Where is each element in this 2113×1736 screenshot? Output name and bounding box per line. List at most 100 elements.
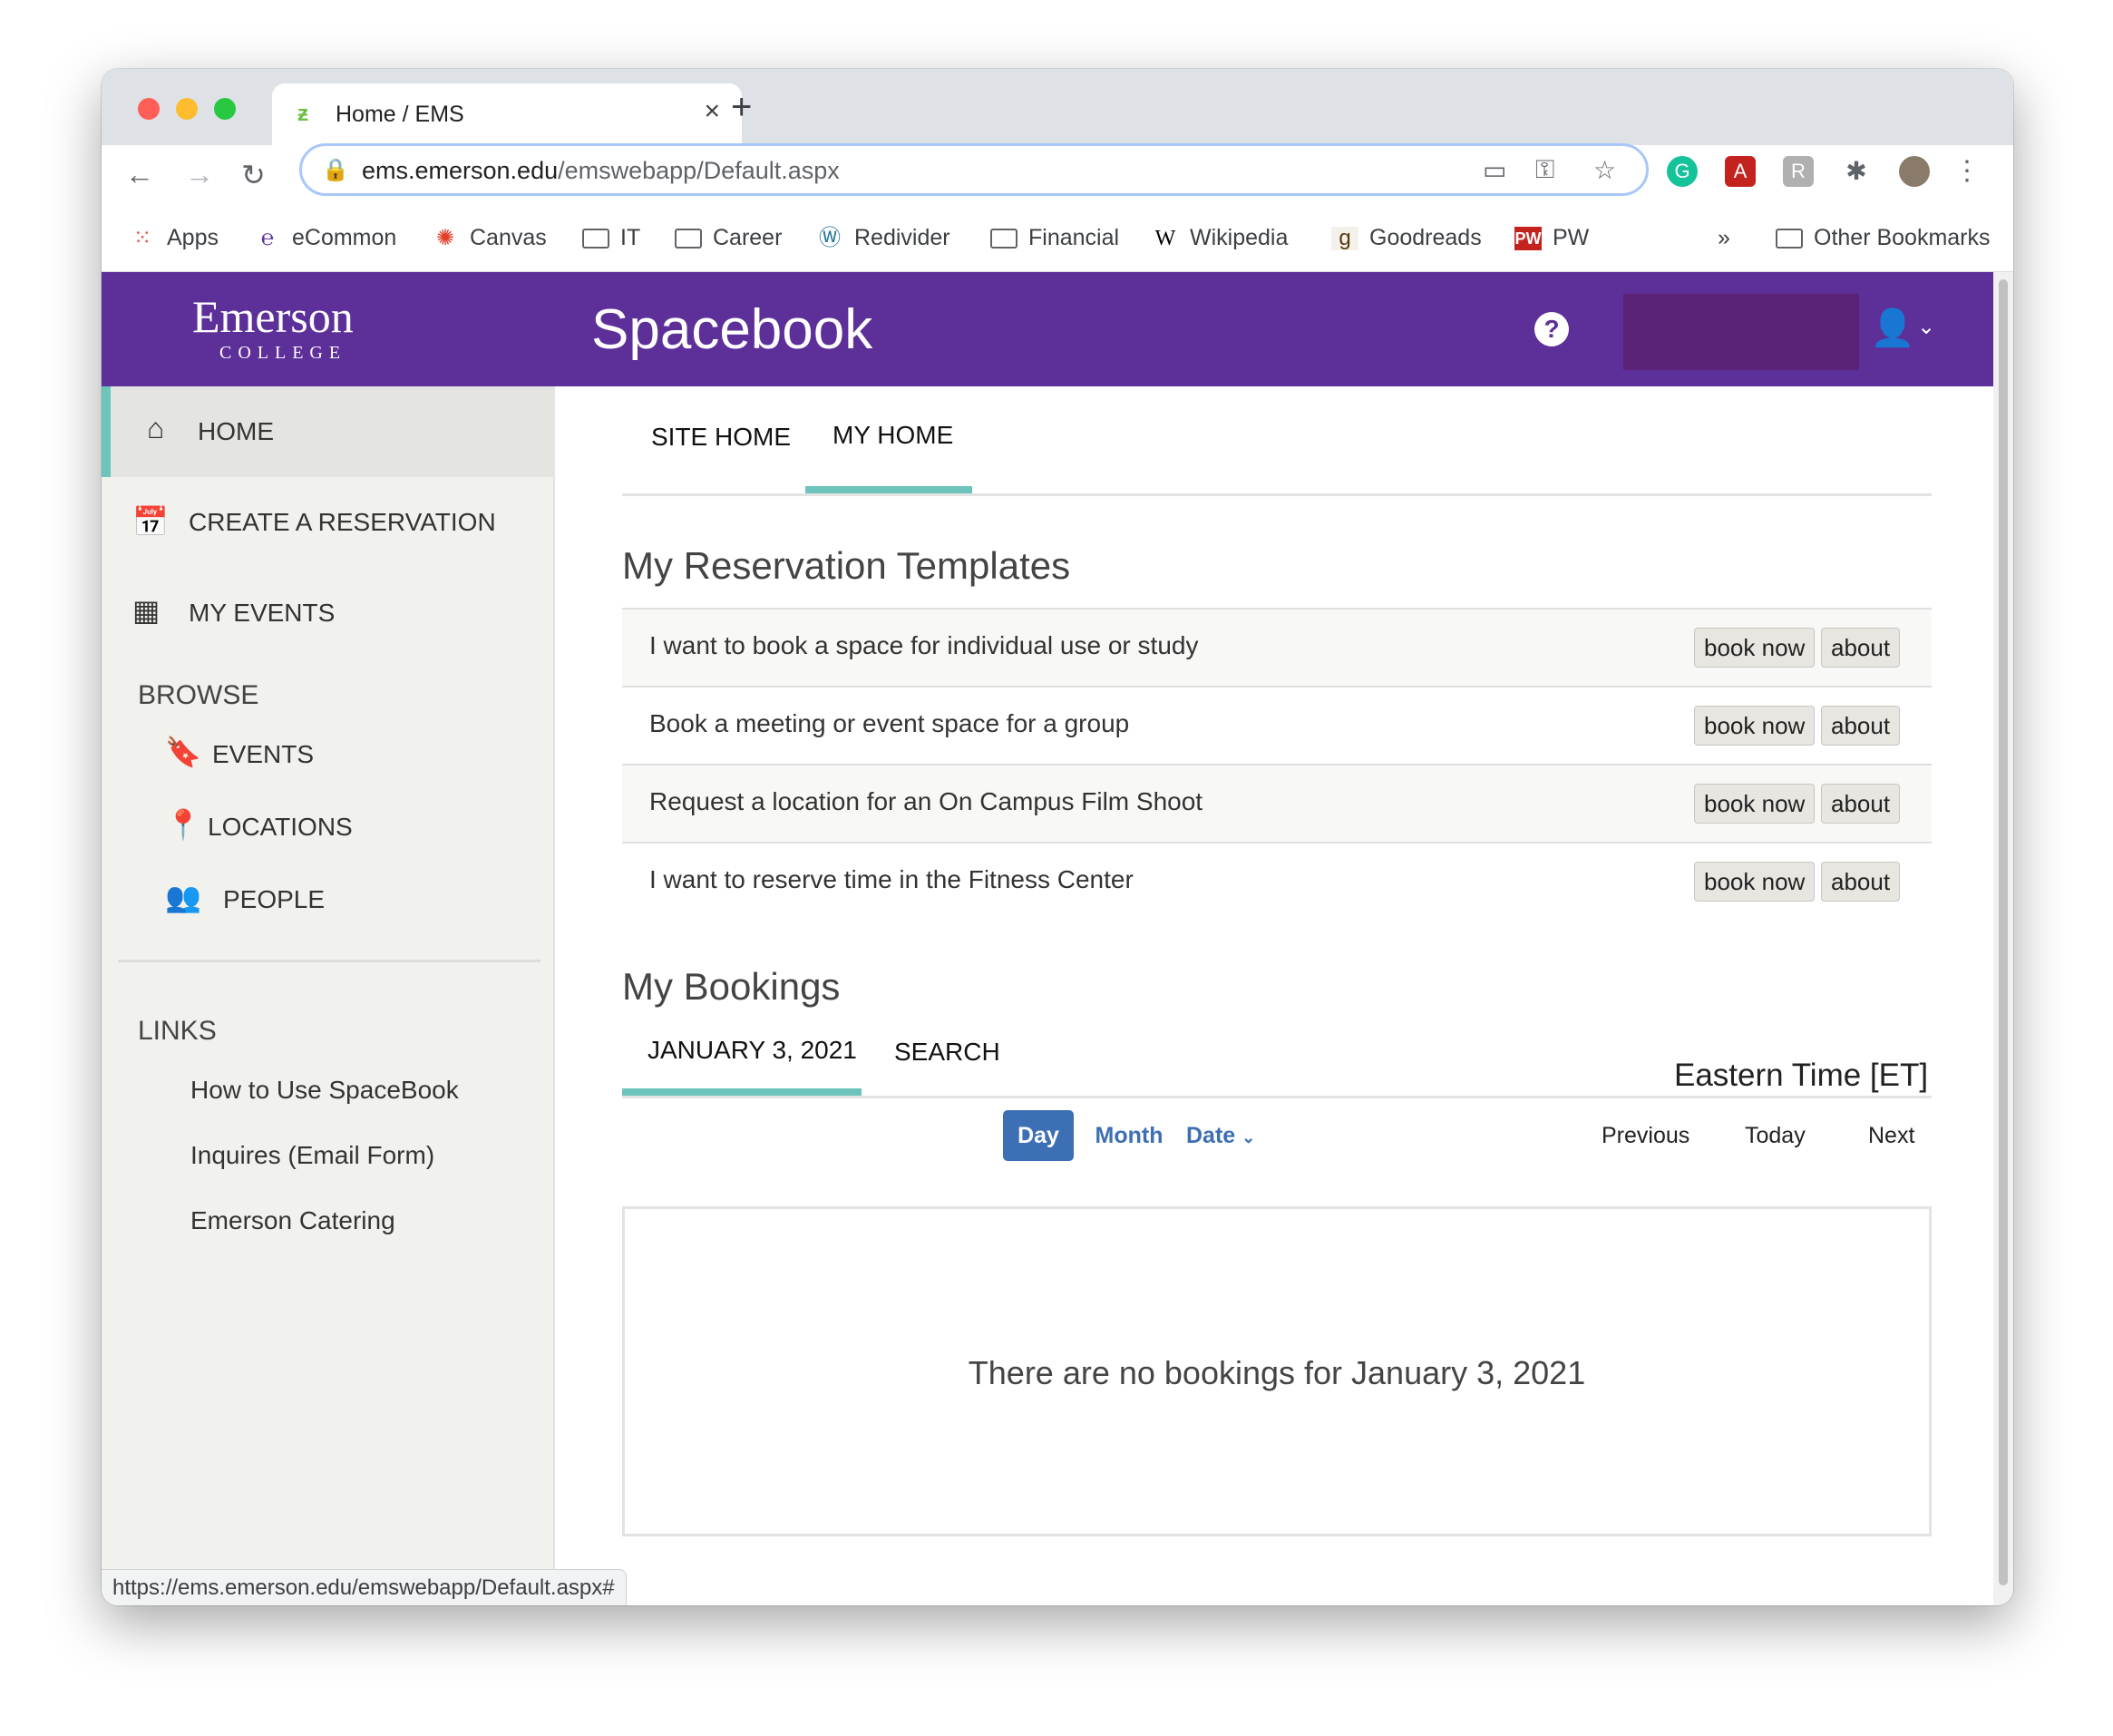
sidebar-divider bbox=[118, 960, 540, 962]
home-icon: ⌂ bbox=[147, 412, 165, 444]
folder-icon bbox=[582, 228, 609, 249]
bookmarks-overflow[interactable]: » bbox=[1718, 225, 1730, 251]
template-row: Book a meeting or event space for a grou… bbox=[622, 686, 1932, 764]
bookmark-goodreads[interactable]: g Goodreads bbox=[1331, 225, 1482, 251]
bookmark-canvas[interactable]: ✺ Canvas bbox=[432, 225, 547, 251]
book-now-button[interactable]: book now bbox=[1694, 628, 1816, 668]
sidebar-item-label: HOME bbox=[198, 417, 274, 445]
wordpress-icon: Ⓦ bbox=[819, 225, 841, 250]
bookmark-icon: 🔖 bbox=[165, 736, 201, 768]
sidebar-item-events[interactable]: 🔖 EVENTS bbox=[102, 713, 555, 785]
template-row: I want to book a space for individual us… bbox=[622, 608, 1932, 686]
goodreads-icon: g bbox=[1331, 226, 1358, 250]
canvas-icon: ✺ bbox=[435, 225, 455, 250]
bookmark-it[interactable]: IT bbox=[582, 225, 640, 251]
sidebar-item-label: MY EVENTS bbox=[189, 599, 336, 627]
tab-date[interactable]: JANUARY 3, 2021 bbox=[648, 1036, 857, 1065]
template-row: I want to reserve time in the Fitness Ce… bbox=[622, 842, 1932, 920]
bookmark-redivider[interactable]: Ⓦ Redivider bbox=[816, 225, 950, 251]
link-catering[interactable]: Emerson Catering bbox=[190, 1206, 395, 1235]
bookmark-other[interactable]: Other Bookmarks bbox=[1776, 225, 1991, 251]
minimize-window-button[interactable] bbox=[176, 98, 198, 120]
emerson-logo-sub: COLLEGE bbox=[219, 343, 347, 363]
link-how-to-use[interactable]: How to Use SpaceBook bbox=[190, 1076, 459, 1105]
folder-icon bbox=[990, 228, 1018, 249]
empty-message: There are no bookings for January 3, 202… bbox=[968, 1354, 1586, 1391]
sidebar-item-home[interactable]: ⌂ HOME bbox=[102, 386, 555, 477]
tabs-divider bbox=[622, 493, 1932, 496]
back-arrow-icon[interactable]: ← bbox=[125, 158, 154, 191]
today-button[interactable]: Today bbox=[1745, 1123, 1806, 1149]
new-tab-button[interactable]: + bbox=[731, 87, 752, 128]
bookmark-pw[interactable]: PW PW bbox=[1514, 225, 1589, 251]
bookmark-apps[interactable]: ⁙ Apps bbox=[129, 225, 219, 251]
address-bar[interactable]: 🔒 ems.emerson.edu/emswebapp/Default.aspx… bbox=[299, 143, 1649, 196]
ems-favicon-icon: ƶ bbox=[297, 102, 308, 126]
sidebar-item-label: CREATE A RESERVATION bbox=[189, 508, 496, 536]
menu-kebab-icon[interactable]: ⋮ bbox=[1952, 156, 1982, 187]
apps-grid-icon: ⁙ bbox=[132, 225, 152, 250]
sidebar-item-label: PEOPLE bbox=[223, 885, 326, 913]
book-now-button[interactable]: book now bbox=[1694, 784, 1816, 824]
map-pin-icon: 📍 bbox=[165, 808, 201, 841]
tab-site-home[interactable]: SITE HOME bbox=[651, 423, 791, 452]
book-now-button[interactable]: book now bbox=[1694, 862, 1816, 902]
help-icon[interactable]: ? bbox=[1534, 312, 1569, 346]
previous-button[interactable]: Previous bbox=[1602, 1123, 1689, 1149]
next-button[interactable]: Next bbox=[1868, 1123, 1914, 1149]
sidebar-item-locations[interactable]: 📍 LOCATIONS bbox=[102, 785, 555, 858]
date-picker-button[interactable]: Date ⌄ bbox=[1186, 1110, 1264, 1161]
star-bookmark-icon[interactable]: ☆ bbox=[1593, 155, 1616, 185]
scrollbar-thumb[interactable] bbox=[1999, 279, 2008, 1585]
ecommon-icon: ℮ bbox=[260, 225, 275, 250]
user-icon[interactable]: 👤 bbox=[1870, 307, 1915, 349]
sidebar-item-people[interactable]: 👥 PEOPLE bbox=[102, 858, 555, 931]
bookmarks-bar: ⁙ Apps ℮ eCommon ✺ Canvas IT Career Ⓦ Redivi… bbox=[102, 212, 2013, 272]
bookmark-financial[interactable]: Financial bbox=[990, 225, 1119, 251]
close-tab-icon[interactable]: × bbox=[704, 98, 720, 125]
about-button[interactable]: about bbox=[1821, 784, 1901, 824]
grid-icon: ▦ bbox=[132, 594, 161, 627]
about-button[interactable]: about bbox=[1821, 706, 1901, 746]
tab-search[interactable]: SEARCH bbox=[894, 1038, 1000, 1067]
bookmark-wikipedia[interactable]: W Wikipedia bbox=[1152, 225, 1289, 251]
day-view-button[interactable]: Day bbox=[1003, 1110, 1074, 1161]
profile-avatar[interactable] bbox=[1899, 156, 1930, 187]
month-view-button[interactable]: Month bbox=[1088, 1110, 1170, 1161]
template-title: I want to book a space for individual us… bbox=[649, 631, 1199, 659]
tab-my-home[interactable]: MY HOME bbox=[833, 421, 953, 450]
cast-icon[interactable]: ▭ bbox=[1483, 155, 1506, 185]
close-window-button[interactable] bbox=[138, 98, 160, 120]
grammarly-icon[interactable]: G bbox=[1667, 156, 1698, 187]
browser-tab[interactable]: ƶ Home / EMS × bbox=[272, 83, 742, 145]
sidebar-item-create-reservation[interactable]: 📅 CREATE A RESERVATION bbox=[102, 477, 555, 568]
tab-strip: ƶ Home / EMS × + bbox=[102, 69, 2013, 145]
key-icon[interactable]: ⚿ bbox=[1535, 155, 1554, 185]
chevron-down-icon[interactable]: ⌄ bbox=[1917, 314, 1935, 340]
reload-icon[interactable]: ↻ bbox=[241, 158, 266, 192]
bookmark-ecommon[interactable]: ℮ eCommon bbox=[254, 225, 397, 251]
calendar-plus-icon: 📅 bbox=[132, 505, 169, 538]
extension-r-icon[interactable]: R bbox=[1783, 156, 1814, 187]
bookmark-career[interactable]: Career bbox=[675, 225, 782, 251]
book-now-button[interactable]: book now bbox=[1694, 706, 1816, 746]
about-button[interactable]: about bbox=[1821, 628, 1901, 668]
about-button[interactable]: about bbox=[1821, 862, 1901, 902]
app-header: Emerson COLLEGE Spacebook ? 👤 ⌄ bbox=[102, 272, 1993, 386]
page-scrollbar[interactable] bbox=[1993, 272, 2013, 1605]
wikipedia-icon: W bbox=[1154, 226, 1176, 250]
forward-arrow-icon[interactable]: → bbox=[185, 158, 214, 191]
chevron-down-icon: ⌄ bbox=[1242, 1128, 1256, 1146]
sidebar-item-my-events[interactable]: ▦ MY EVENTS bbox=[102, 568, 555, 658]
maximize-window-button[interactable] bbox=[214, 98, 236, 120]
sidebar: ⌂ HOME 📅 CREATE A RESERVATION ▦ MY EVENT… bbox=[102, 386, 555, 1605]
template-row: Request a location for an On Campus Film… bbox=[622, 764, 1932, 842]
emerson-logo[interactable]: Emerson bbox=[192, 290, 354, 343]
user-name-box bbox=[1623, 294, 1859, 370]
spacebook-app: Emerson COLLEGE Spacebook ? 👤 ⌄ ⌂ HOME 📅… bbox=[102, 272, 1993, 1605]
acrobat-icon[interactable]: A bbox=[1725, 156, 1756, 187]
link-inquires[interactable]: Inquires (Email Form) bbox=[190, 1141, 434, 1170]
lock-icon: 🔒 bbox=[322, 158, 349, 182]
status-bar: https://ems.emerson.edu/emswebapp/Defaul… bbox=[102, 1569, 627, 1605]
puzzle-extensions-icon[interactable]: ✱ bbox=[1841, 156, 1872, 187]
